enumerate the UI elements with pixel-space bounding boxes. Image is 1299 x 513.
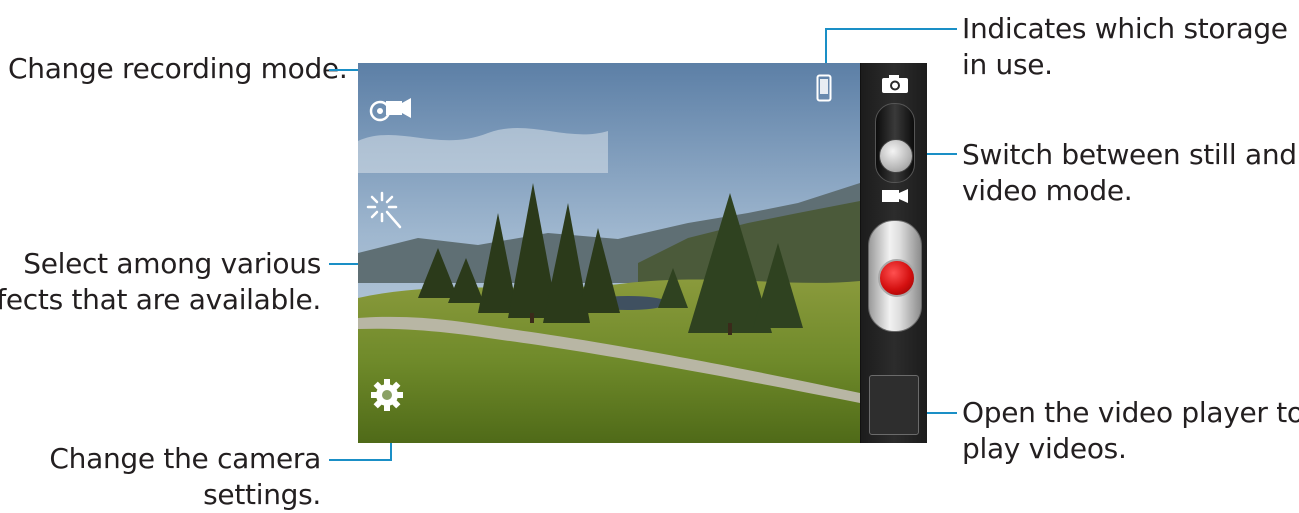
record-button[interactable] <box>868 220 922 332</box>
callout-recording-mode: Change recording mode. <box>8 51 348 87</box>
camera-viewfinder[interactable] <box>358 63 860 443</box>
record-dot <box>878 259 916 297</box>
callout-effects-line2: effects that are available. <box>0 283 321 316</box>
mode-switch-knob[interactable] <box>879 139 913 173</box>
effects-wand-icon[interactable] <box>366 191 404 231</box>
camera-control-bar <box>860 63 927 443</box>
callout-still-video-switch-line1: Switch between still and <box>962 138 1297 171</box>
callout-camera-settings-line2: settings. <box>203 478 321 511</box>
camera-icon[interactable] <box>881 74 909 94</box>
video-camera-icon <box>882 189 908 203</box>
callout-effects-line1: Select among various <box>23 247 321 280</box>
leader-camera-settings <box>329 459 392 461</box>
mode-switch[interactable] <box>875 103 915 183</box>
callout-still-video-switch-line2: video mode. <box>962 174 1133 207</box>
callout-video-player-line1: Open the video player to <box>962 396 1299 429</box>
landscape-preview <box>358 63 860 443</box>
callout-effects: Select among various effects that are av… <box>0 246 321 318</box>
callout-storage-line1: Indicates which storage is <box>962 12 1299 45</box>
video-recording-mode-icon[interactable] <box>366 93 412 125</box>
callout-still-video-switch: Switch between still and video mode. <box>962 137 1297 209</box>
gallery-thumbnail[interactable] <box>869 375 919 435</box>
phone-storage-icon <box>816 74 832 102</box>
settings-gear-icon[interactable] <box>370 378 404 412</box>
callout-video-player: Open the video player to play videos. <box>962 395 1299 467</box>
leader-storage <box>825 28 957 30</box>
callout-storage-line2: in use. <box>962 48 1053 81</box>
callout-storage: Indicates which storage is in use. <box>962 11 1299 83</box>
callout-camera-settings-line1: Change the camera <box>49 442 321 475</box>
callout-video-player-line2: play videos. <box>962 432 1127 465</box>
callout-recording-mode-text: Change recording mode. <box>8 52 348 85</box>
callout-camera-settings: Change the camera settings. <box>49 441 321 513</box>
